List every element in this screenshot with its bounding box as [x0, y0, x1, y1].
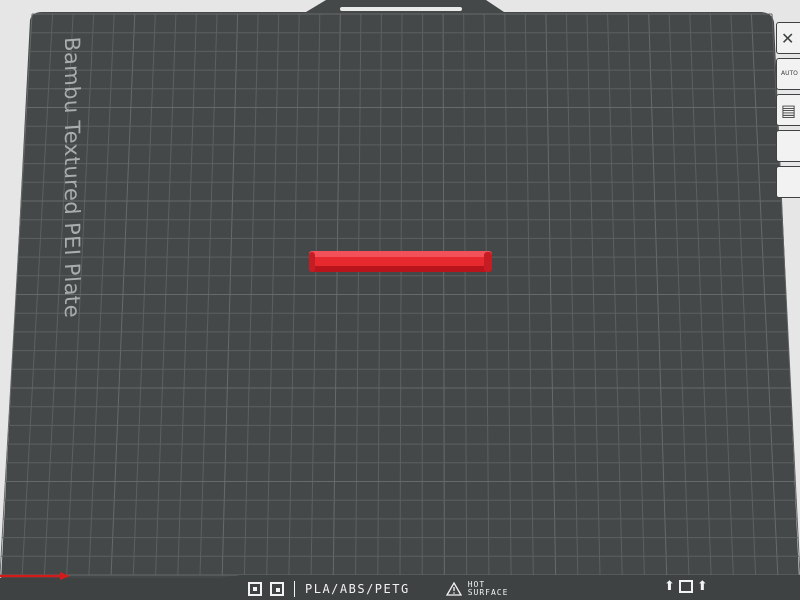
layout-button[interactable]: ▤ [776, 94, 800, 126]
layout-icon: ▤ [781, 100, 797, 120]
plate-status-bar: PLA/ABS/PETG HOT SURFACE [240, 578, 660, 600]
status-divider [294, 581, 295, 597]
up-arrow-icon-2: ⬆ [696, 579, 708, 594]
hot-surface-warning: HOT SURFACE [445, 581, 509, 597]
build-plate[interactable] [0, 0, 800, 600]
up-arrow-icon: ⬆ [664, 579, 675, 594]
close-button[interactable]: ✕ [776, 22, 800, 54]
hot-text-line2: SURFACE [467, 588, 509, 597]
plate-side-icons: ⬆ ⬆ [664, 580, 708, 593]
auto-orient-button[interactable]: AUTO [776, 58, 800, 90]
3d-viewport[interactable]: Bambu Textured PEI Plate ✕ AUTO ▤ PLA/AB… [0, 0, 800, 600]
split-button[interactable] [776, 130, 800, 162]
hot-surface-text: HOT SURFACE [468, 581, 509, 597]
grid-icon [248, 582, 262, 596]
plate-notch-handle [340, 7, 462, 11]
plate-name-label: Bambu Textured PEI Plate [60, 36, 84, 319]
close-icon: ✕ [781, 28, 795, 48]
right-toolbar: ✕ AUTO ▤ [776, 22, 800, 198]
model-rod [309, 251, 492, 272]
frame-button[interactable] [776, 166, 800, 198]
plate-type-icon [270, 582, 284, 596]
auto-orient-icon: AUTO [781, 70, 798, 77]
material-label: PLA/ABS/PETG [305, 582, 410, 596]
warning-triangle-icon [445, 582, 462, 596]
square-icon [678, 580, 693, 593]
